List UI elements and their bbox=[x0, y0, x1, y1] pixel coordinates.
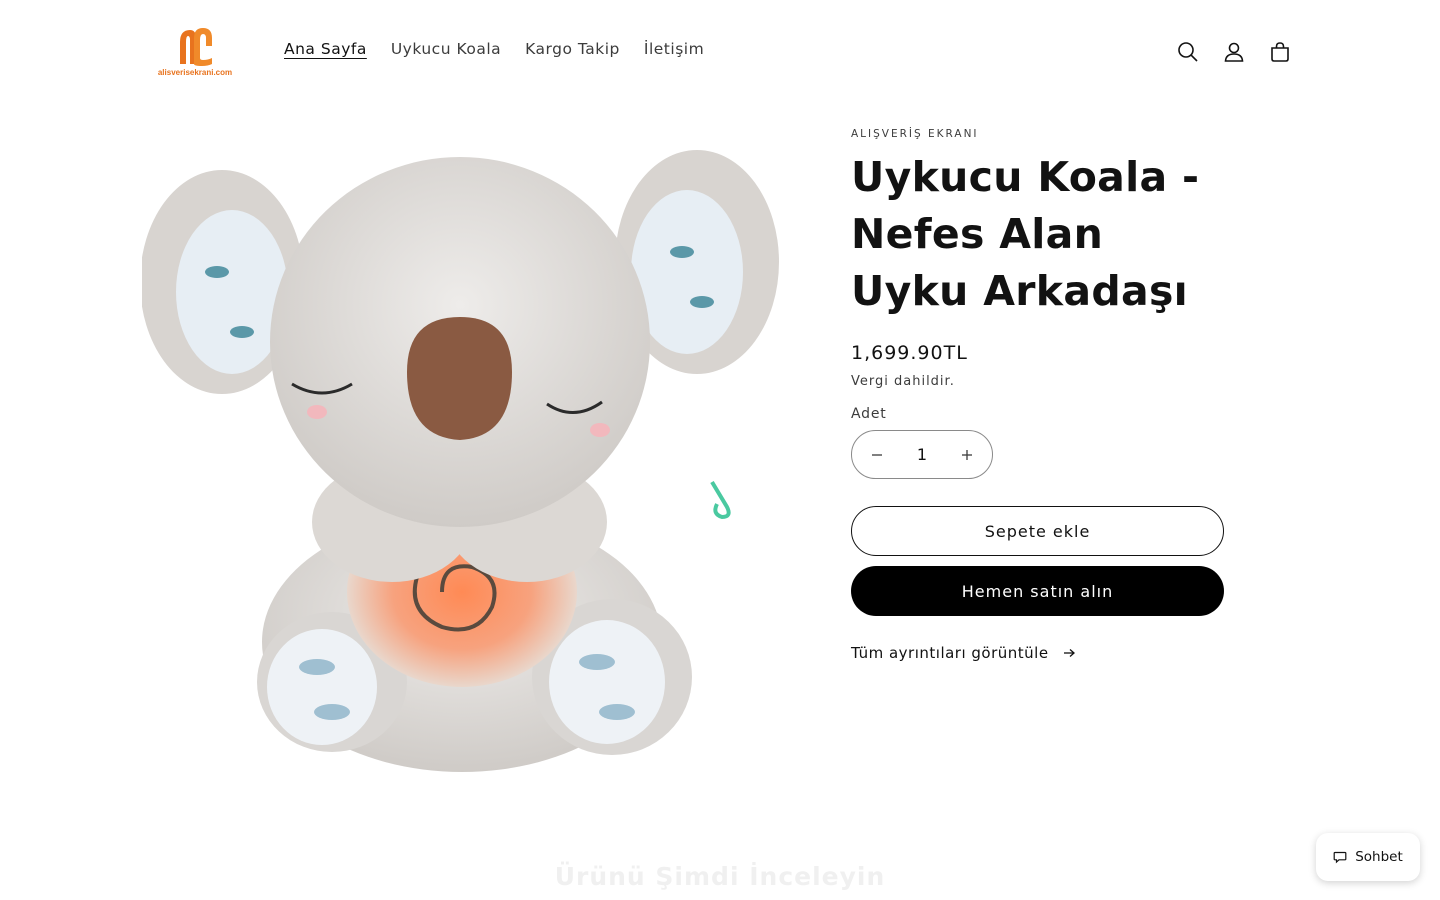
minus-icon bbox=[872, 453, 882, 456]
tax-note: Vergi dahildir. bbox=[851, 374, 955, 389]
quantity-input[interactable] bbox=[902, 445, 942, 464]
product-image[interactable] bbox=[140, 122, 782, 772]
product-title: Uykucu Koala - Nefes Alan Uyku Arkadaşı bbox=[851, 153, 1200, 315]
view-details-link[interactable]: Tüm ayrıntıları görüntüle bbox=[851, 644, 1225, 662]
chat-bubble-icon bbox=[1333, 851, 1347, 864]
arrow-right-icon bbox=[1063, 649, 1075, 657]
main-nav: Ana Sayfa Uykucu Koala Kargo Takip İleti… bbox=[272, 38, 716, 60]
koala-plush-image bbox=[140, 150, 779, 772]
cart-button[interactable] bbox=[1266, 34, 1294, 70]
buy-now-button[interactable]: Hemen satın alın bbox=[851, 566, 1224, 616]
site-header: alisverisekrani.com Ana Sayfa Uykucu Koa… bbox=[0, 0, 1440, 104]
product-info: ALIŞVERİŞ EKRANI Uykucu Koala - Nefes Al… bbox=[851, 128, 1225, 662]
cart-icon bbox=[1271, 42, 1289, 62]
nav-item-uykucu-koala[interactable]: Uykucu Koala bbox=[379, 38, 513, 60]
section-heading: Ürünü Şimdi İnceleyin bbox=[554, 862, 886, 891]
product-vendor: ALIŞVERİŞ EKRANI bbox=[851, 128, 979, 140]
add-to-cart-button[interactable]: Sepete ekle bbox=[851, 506, 1224, 556]
chat-label: Sohbet bbox=[1355, 849, 1403, 865]
quantity-stepper bbox=[851, 430, 993, 479]
quantity-decrease-button[interactable] bbox=[866, 444, 888, 466]
nav-item-ana-sayfa[interactable]: Ana Sayfa bbox=[272, 38, 379, 60]
search-icon bbox=[1178, 42, 1198, 62]
plus-icon bbox=[962, 449, 972, 460]
site-logo[interactable]: alisverisekrani.com bbox=[150, 24, 240, 82]
quantity-label: Adet bbox=[851, 406, 887, 422]
quantity-increase-button[interactable] bbox=[956, 444, 978, 466]
nav-item-iletisim[interactable]: İletişim bbox=[632, 38, 716, 60]
view-details-label: Tüm ayrıntıları görüntüle bbox=[851, 644, 1049, 662]
nav-item-kargo-takip[interactable]: Kargo Takip bbox=[513, 38, 632, 60]
chat-button[interactable]: Sohbet bbox=[1316, 833, 1420, 881]
search-button[interactable] bbox=[1174, 34, 1202, 70]
account-icon bbox=[1224, 42, 1244, 62]
product-price: 1,699.90TL bbox=[851, 342, 968, 364]
account-button[interactable] bbox=[1220, 34, 1248, 70]
logo-text: alisverisekrani.com bbox=[157, 68, 233, 77]
logo-mark-icon bbox=[180, 28, 212, 66]
header-actions bbox=[1174, 34, 1294, 70]
